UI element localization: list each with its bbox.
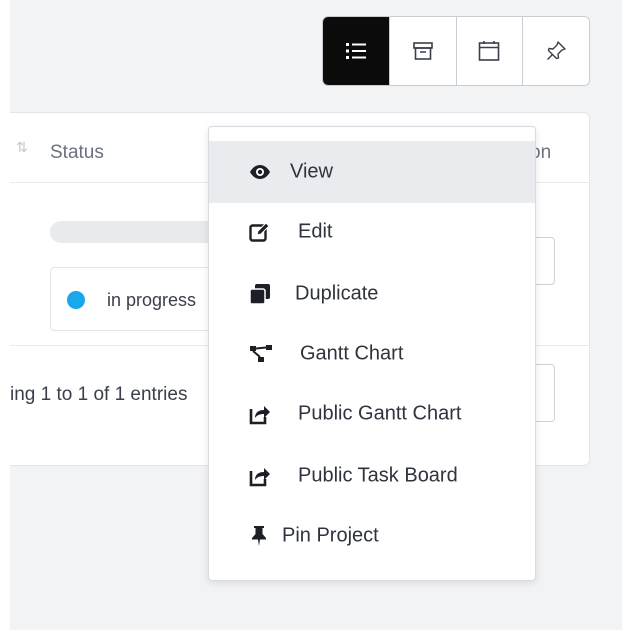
menu-item-public-task-board[interactable]: Public Task Board [209, 445, 535, 507]
calendar-view-button[interactable] [456, 17, 524, 85]
share-icon [249, 465, 271, 487]
page: ⇅ Status on in progress ing 1 to 1 of 1 … [0, 0, 622, 630]
archive-icon [412, 42, 433, 60]
edit-icon [249, 221, 271, 243]
menu-item-label: Edit [298, 220, 333, 243]
gantt-icon [249, 344, 273, 364]
menu-item-label: View [290, 160, 333, 183]
list-view-button[interactable] [323, 17, 390, 85]
status-label: in progress [107, 290, 197, 310]
menu-item-label: Duplicate [295, 282, 379, 305]
menu-item-public-gantt-chart[interactable]: Public Gantt Chart [209, 383, 535, 445]
eye-icon [249, 164, 271, 180]
menu-item-label: Public Gantt Chart [298, 402, 462, 425]
pin-view-button[interactable] [523, 17, 589, 85]
menu-item-duplicate[interactable]: Duplicate [209, 263, 535, 325]
left-edge [0, 0, 10, 630]
status-column-header[interactable]: Status [50, 142, 104, 164]
menu-item-label: Gantt Chart [300, 342, 404, 365]
share-icon [249, 403, 271, 425]
archive-view-button[interactable] [389, 17, 457, 85]
list-icon [345, 43, 366, 59]
entries-info: ing 1 to 1 of 1 entries [10, 384, 188, 405]
pin-icon [547, 41, 566, 60]
menu-item-label: Pin Project [282, 524, 379, 547]
menu-item-view[interactable]: View [209, 141, 535, 203]
thumbtack-icon [251, 525, 267, 547]
menu-item-pin-project[interactable]: Pin Project [209, 505, 535, 567]
menu-item-edit[interactable]: Edit [209, 201, 535, 263]
menu-item-label: Public Task Board [298, 464, 458, 487]
status-dot-icon [67, 291, 85, 309]
calendar-icon [479, 41, 500, 61]
sort-arrows-icon[interactable]: ⇅ [16, 139, 28, 156]
duplicate-icon [249, 283, 271, 305]
menu-item-gantt-chart[interactable]: Gantt Chart [209, 323, 535, 385]
project-actions-menu: View Edit Duplicate Gantt Chart Public G… [208, 126, 536, 581]
view-toggle-group [322, 16, 590, 86]
